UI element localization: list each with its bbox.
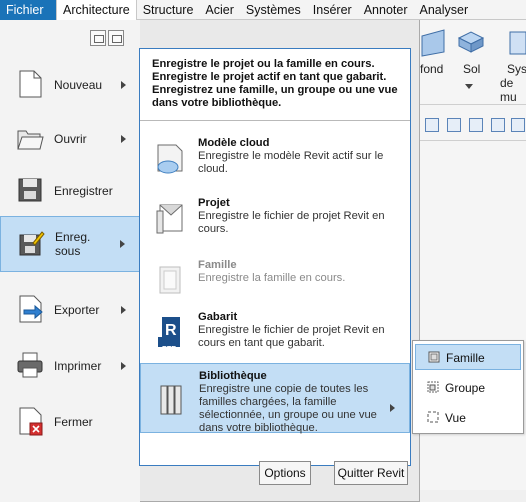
- wall-system-icon[interactable]: [506, 28, 526, 58]
- submenu-header-description: Enregistre le projet ou la famille en co…: [152, 58, 398, 109]
- app-menu-item-enregistrer[interactable]: Enregistrer: [0, 163, 140, 219]
- submenu-item-title: Bibliothèque: [199, 370, 267, 382]
- library-icon: [160, 385, 182, 415]
- app-menu-item-label: Imprimer: [54, 359, 102, 373]
- app-menu-item-enregistrer-sous[interactable]: Enreg. sous: [0, 216, 140, 272]
- flyout-item-groupe[interactable]: Groupe: [415, 375, 521, 401]
- ceiling-icon[interactable]: [420, 26, 446, 58]
- flyout-item-vue[interactable]: Vue: [415, 405, 521, 431]
- flyout-item-label: Famille: [446, 351, 485, 365]
- floor-icon[interactable]: [455, 26, 487, 56]
- project-icon: [156, 204, 183, 234]
- tab-annoter[interactable]: Annoter: [358, 0, 414, 20]
- ribbon-divider: [420, 140, 526, 141]
- submenu-arrow-icon: [121, 362, 126, 370]
- app-menu-item-imprimer[interactable]: Imprimer: [0, 338, 140, 394]
- quit-revit-button[interactable]: Quitter Revit: [334, 461, 408, 485]
- submenu-item-title: Projet: [198, 197, 230, 209]
- cloud-model-icon: [157, 144, 183, 174]
- submenu-item-description: Enregistre le fichier de projet Revit en…: [198, 210, 385, 235]
- app-menu-item-label: Enreg. sous: [55, 230, 91, 258]
- ribbon-label-sys: Sys: [507, 62, 526, 76]
- tab-architecture[interactable]: Architecture: [56, 0, 137, 20]
- app-menu-item-label: Nouveau: [54, 78, 103, 92]
- ribbon-tab-bar: Fichier Architecture Structure Acier Sys…: [0, 0, 526, 20]
- app-menu-item-fermer[interactable]: Fermer: [0, 394, 140, 450]
- ribbon-label-de-mu: de mu: [500, 76, 517, 104]
- save-icon: [18, 178, 42, 202]
- family-small-icon: [428, 351, 440, 363]
- offset-icon[interactable]: [447, 118, 461, 132]
- submenu-item-description: Enregistre une copie de toutes les famil…: [199, 383, 377, 434]
- library-flyout: Famille Groupe Vue: [412, 340, 524, 434]
- tab-systemes[interactable]: Systèmes: [240, 0, 307, 20]
- options-button[interactable]: Options: [259, 461, 311, 485]
- recent-open-documents-toggle: [90, 30, 124, 46]
- app-menu-item-label: Enregistrer: [54, 184, 113, 198]
- submenu-arrow-icon: [120, 240, 125, 248]
- save-as-submenu: Enregistre le projet ou la famille en co…: [139, 48, 411, 466]
- application-menu: Nouveau Ouvrir Enregistrer Enreg. sous E…: [0, 20, 420, 502]
- open-documents-icon[interactable]: [108, 30, 124, 46]
- chevron-down-icon[interactable]: [464, 82, 474, 90]
- submenu-arrow-icon: [121, 135, 126, 143]
- mirror-icon[interactable]: [469, 118, 483, 132]
- submenu-item-description: Enregistre le fichier de projet Revit en…: [198, 324, 385, 349]
- family-icon: [159, 266, 181, 294]
- flyout-item-famille[interactable]: Famille: [415, 344, 521, 370]
- submenu-item-description: Enregistre le modèle Revit actif sur le …: [198, 150, 384, 175]
- app-menu-item-label: Fermer: [54, 415, 93, 429]
- submenu-item-projet[interactable]: Projet Enregistre le fichier de projet R…: [140, 191, 410, 251]
- submenu-arrow-icon: [121, 306, 126, 314]
- submenu-item-title: Gabarit: [198, 311, 238, 323]
- open-folder-icon: [17, 130, 44, 150]
- submenu-item-title: Modèle cloud: [198, 137, 270, 149]
- tab-fichier[interactable]: Fichier: [0, 0, 56, 20]
- save-as-icon: [19, 231, 45, 256]
- app-menu-item-exporter[interactable]: Exporter: [0, 282, 140, 338]
- new-file-icon: [19, 70, 42, 98]
- rte-badge: RTE: [162, 346, 176, 353]
- submenu-item-gabarit[interactable]: R RTE Gabarit Enregistre le fichier de p…: [140, 305, 410, 365]
- submenu-item-modele-cloud[interactable]: Modèle cloud Enregistre le modèle Revit …: [140, 131, 410, 191]
- app-menu-item-label: Exporter: [54, 303, 100, 317]
- svg-text:R: R: [165, 322, 177, 339]
- trim-icon[interactable]: [511, 118, 525, 132]
- divider: [140, 120, 410, 121]
- submenu-arrow-icon: [390, 404, 395, 412]
- recent-documents-icon[interactable]: [90, 30, 106, 46]
- flyout-item-label: Vue: [445, 411, 466, 425]
- submenu-item-title: Famille: [198, 259, 237, 271]
- group-icon: [427, 381, 439, 393]
- ribbon-label-fond: fond: [420, 62, 444, 76]
- submenu-arrow-icon: [121, 81, 126, 89]
- flyout-item-label: Groupe: [445, 381, 486, 395]
- app-menu-left-column: Nouveau Ouvrir Enregistrer Enreg. sous E…: [0, 20, 140, 502]
- app-menu-item-ouvrir[interactable]: Ouvrir: [0, 111, 140, 167]
- submenu-item-bibliotheque[interactable]: Bibliothèque Enregistre une copie de tou…: [140, 363, 410, 434]
- tab-inserer[interactable]: Insérer: [307, 0, 358, 20]
- submenu-item-description: Enregistre la famille en cours.: [198, 272, 346, 284]
- tab-acier[interactable]: Acier: [199, 0, 239, 20]
- view-icon: [427, 411, 439, 423]
- export-icon: [19, 295, 43, 323]
- app-menu-item-label: Ouvrir: [54, 132, 87, 146]
- tab-structure[interactable]: Structure: [137, 0, 200, 20]
- app-menu-item-nouveau[interactable]: Nouveau: [0, 57, 140, 113]
- rotate-icon[interactable]: [491, 118, 505, 132]
- tab-analyser[interactable]: Analyser: [413, 0, 474, 20]
- align-icon[interactable]: [425, 118, 439, 132]
- submenu-item-famille: Famille Enregistre la famille en cours.: [140, 253, 410, 313]
- ribbon-divider: [420, 104, 526, 105]
- ribbon-label-sol: Sol: [463, 62, 481, 76]
- printer-icon: [17, 352, 43, 378]
- close-file-icon: [19, 407, 43, 436]
